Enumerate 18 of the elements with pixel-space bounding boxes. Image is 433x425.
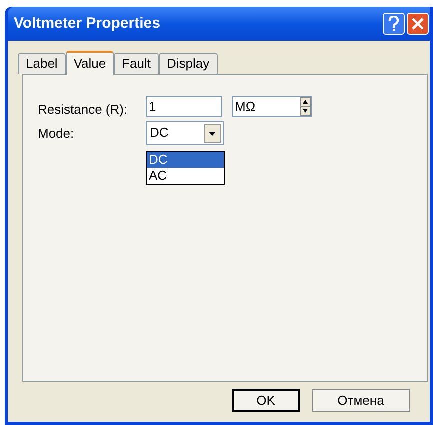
- resistance-field[interactable]: 1: [146, 96, 222, 117]
- unit-field[interactable]: MΩ: [232, 96, 312, 117]
- ok-button[interactable]: OK: [232, 389, 300, 412]
- tab[interactable]: Label: [18, 53, 66, 74]
- tab[interactable]: Fault: [114, 53, 160, 74]
- mode-dropdown[interactable]: DC: [146, 121, 224, 145]
- help-button[interactable]: [383, 13, 405, 35]
- dropdown-option[interactable]: DC: [147, 152, 224, 168]
- tab[interactable]: Value: [66, 51, 114, 75]
- close-icon: [412, 18, 424, 30]
- field-label: Resistance (R):: [38, 101, 128, 119]
- question-mark-icon: [388, 16, 400, 32]
- window-title: Voltmeter Properties: [13, 14, 160, 34]
- tab[interactable]: Display: [159, 53, 218, 74]
- close-button[interactable]: [407, 13, 429, 35]
- spinner-icon: [300, 97, 311, 116]
- field-label: Mode:: [38, 125, 74, 143]
- cancel-button[interactable]: Отмена: [312, 389, 410, 412]
